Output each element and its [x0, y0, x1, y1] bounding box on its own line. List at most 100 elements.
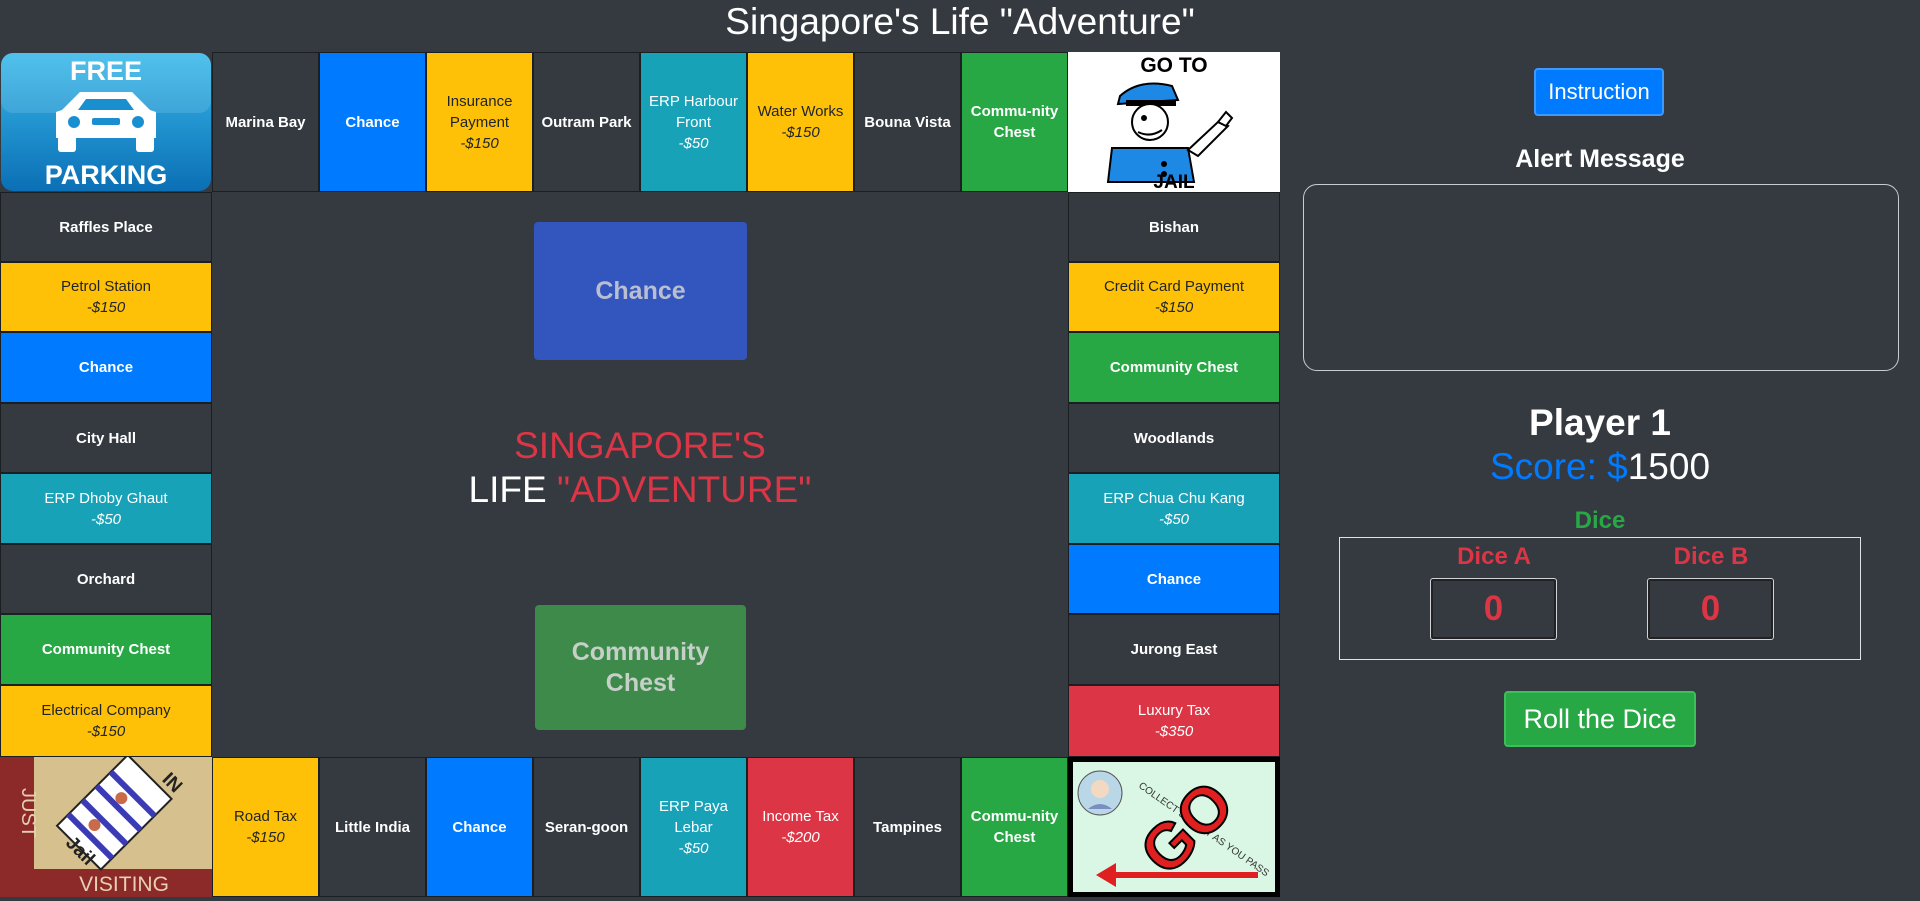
corner-go-to-jail: GO TO JAIL — [1068, 52, 1280, 192]
space-price: -$200 — [781, 829, 820, 846]
space-name: Marina Bay — [225, 113, 306, 131]
control-panel: Instruction Alert Message Player 1 Score… — [1280, 52, 1920, 897]
board-space-top-2: Insurance Payment -$150 — [426, 52, 533, 192]
space-price: -$150 — [781, 124, 820, 141]
space-price: -$50 — [678, 134, 709, 152]
board-space-top-7: Commu-nity Chest — [961, 52, 1068, 192]
chance-card-deck[interactable]: Chance — [534, 222, 747, 360]
jail-just-label: JUST — [17, 788, 39, 838]
dice-b-value: 0 — [1647, 578, 1774, 640]
space-name: Road Tax — [233, 808, 298, 825]
board-space-top-1: Chance — [319, 52, 426, 192]
board-space-bottom-3: Seran-goon — [533, 757, 640, 897]
space-name: City Hall — [75, 429, 136, 447]
policeman-icon: GO TO JAIL — [1068, 52, 1280, 192]
space-price: -$150 — [246, 829, 285, 846]
board-space-top-0: Marina Bay — [212, 52, 319, 192]
space-name: ERP Harbour Front — [649, 92, 738, 131]
score-label: Score: $ — [1489, 446, 1628, 487]
space-name: Luxury Tax — [1137, 702, 1211, 719]
board-space-left-4: ERP Dhoby Ghaut -$50 — [0, 473, 212, 544]
go-icon: COLLECT SALARY AS YOU PASS GO — [1068, 757, 1280, 897]
space-name: ERP Paya Lebar — [659, 797, 728, 836]
space-name: Commu-nity Chest — [970, 103, 1059, 141]
space-name: Petrol Station — [60, 278, 152, 295]
go-to-jail-line1: GO TO — [1140, 54, 1207, 77]
space-price: -$350 — [1154, 723, 1194, 740]
dice-a-label: Dice A — [1457, 543, 1531, 570]
space-name: Chance — [78, 359, 134, 376]
board-space-bottom-4: ERP Paya Lebar -$50 — [640, 757, 747, 897]
board-space-right-5: Chance — [1068, 544, 1280, 614]
board-space-left-0: Raffles Place — [0, 192, 212, 262]
score-value: 1500 — [1627, 446, 1711, 487]
corner-free-parking: FREE PARKING — [0, 52, 212, 192]
board-space-left-6: Community Chest — [0, 614, 212, 685]
space-price: -$150 — [86, 299, 126, 316]
dice-box: Dice A 0 Dice B 0 — [1339, 537, 1861, 660]
board-space-left-1: Petrol Station -$150 — [0, 262, 212, 332]
space-name: Tampines — [873, 818, 942, 836]
go-to-jail-line2: JAIL — [1153, 172, 1195, 192]
board-center: Chance SINGAPORE'S LIFE "ADVENTURE" Comm… — [212, 192, 1068, 757]
space-price: -$50 — [1158, 510, 1190, 528]
space-name: Income Tax — [762, 808, 839, 825]
board-space-right-6: Jurong East — [1068, 614, 1280, 685]
roll-dice-button[interactable]: Roll the Dice — [1504, 691, 1696, 747]
space-name: Bouna Vista — [864, 113, 951, 131]
board-space-bottom-2: Chance — [426, 757, 533, 897]
community-chest-card-deck[interactable]: Community Chest — [535, 605, 746, 730]
board-space-right-3: Woodlands — [1068, 403, 1280, 473]
space-price: -$150 — [86, 723, 126, 740]
page-title: Singapore's Life "Adventure" — [725, 1, 1195, 42]
space-price: -$150 — [460, 134, 499, 152]
space-name: Chance — [1146, 570, 1202, 588]
instruction-button[interactable]: Instruction — [1534, 68, 1664, 116]
board-space-right-2: Community Chest — [1068, 332, 1280, 403]
space-price: -$50 — [678, 839, 709, 857]
board-space-bottom-1: Little India — [319, 757, 426, 897]
space-name: ERP Dhoby Ghaut — [44, 489, 168, 507]
alert-title: Alert Message — [1515, 145, 1685, 173]
board-space-right-7: Luxury Tax -$350 — [1068, 685, 1280, 757]
board-space-right-0: Bishan — [1068, 192, 1280, 262]
jail-visiting-label: VISITING — [79, 873, 169, 896]
space-name: Jurong East — [1130, 641, 1218, 658]
space-name: Credit Card Payment — [1103, 278, 1245, 295]
board-space-bottom-6: Tampines — [854, 757, 961, 897]
space-name: Outram Park — [541, 113, 632, 131]
space-name: ERP Chua Chu Kang — [1103, 489, 1245, 507]
board-space-top-5: Water Works -$150 — [747, 52, 854, 192]
board-title-line1: SINGAPORE'S — [514, 425, 766, 466]
board-space-right-1: Credit Card Payment -$150 — [1068, 262, 1280, 332]
space-price: -$150 — [1154, 299, 1194, 316]
player-score: Score: $1500 — [1280, 446, 1920, 488]
board-space-bottom-0: Road Tax -$150 — [212, 757, 319, 897]
dice-a-value: 0 — [1430, 578, 1557, 640]
space-name: Chance — [345, 113, 400, 131]
space-name: Chance — [452, 818, 507, 836]
board-space-top-4: ERP Harbour Front -$50 — [640, 52, 747, 192]
space-name: Community Chest — [41, 641, 171, 658]
dice-title: Dice — [1574, 507, 1626, 534]
space-price: -$50 — [90, 510, 122, 528]
space-name: Insurance Payment — [446, 92, 513, 131]
board-space-top-6: Bouna Vista — [854, 52, 961, 192]
board-title-line2a: LIFE — [468, 469, 547, 510]
corner-go: COLLECT SALARY AS YOU PASS GO — [1068, 757, 1280, 897]
space-name: Community Chest — [1109, 359, 1239, 376]
player-name: Player 1 — [1529, 402, 1671, 443]
corner-jail: JUST VISITING IN Jail — [0, 757, 212, 897]
board-space-bottom-7: Commu-nity Chest — [961, 757, 1068, 897]
board-space-top-3: Outram Park — [533, 52, 640, 192]
board-space-right-4: ERP Chua Chu Kang -$50 — [1068, 473, 1280, 544]
game-board: FREE PARKING GO TO JAIL JUST VISITING IN… — [0, 52, 1280, 897]
space-name: Commu-nity Chest — [970, 808, 1059, 846]
space-name: Electrical Company — [41, 702, 171, 719]
space-name: Orchard — [76, 570, 136, 588]
free-parking-line2: PARKING — [45, 160, 168, 190]
board-center-title: SINGAPORE'S LIFE "ADVENTURE" — [212, 424, 1068, 512]
space-name: Little India — [335, 818, 410, 836]
jail-icon: JUST VISITING IN Jail — [0, 757, 212, 897]
board-title-line2b: "ADVENTURE" — [556, 469, 812, 510]
